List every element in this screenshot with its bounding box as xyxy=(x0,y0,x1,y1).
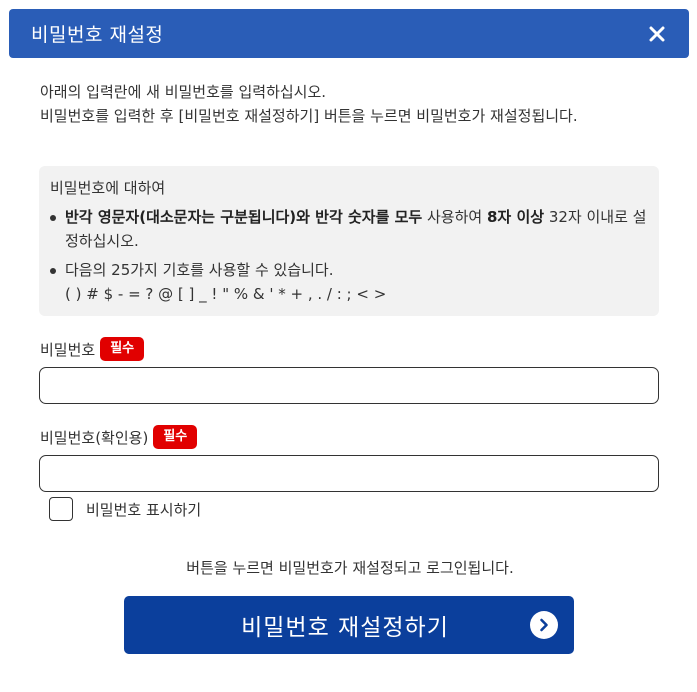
rule-1-bold-b: 8자 이상 xyxy=(486,208,545,226)
reset-password-button-label: 비밀번호 재설정하기 xyxy=(241,615,449,641)
show-password-checkbox[interactable] xyxy=(49,497,73,521)
submit-note: 버튼을 누르면 비밀번호가 재설정되고 로그인됩니다. xyxy=(186,559,514,577)
password-confirm-required-badge: 필수 xyxy=(153,425,198,449)
password-label: 비밀번호 xyxy=(40,340,96,359)
reset-password-button[interactable]: 비밀번호 재설정하기 xyxy=(124,596,574,654)
show-password-label: 비밀번호 표시하기 xyxy=(86,500,202,519)
password-rules-box: 비밀번호에 대하여 반각 영문자(대소문자는 구분됩니다)와 반각 숫자를 모두… xyxy=(39,166,659,316)
password-rule-2: 다음의 25가지 기호를 사용할 수 있습니다. ( ) # $ - = ? @… xyxy=(50,258,647,306)
intro-line-2: 비밀번호를 입력한 후 [비밀번호 재설정하기] 버튼을 누르면 비밀번호가 재… xyxy=(40,107,578,125)
intro-line-1: 아래의 입력란에 새 비밀번호를 입력하십시오. xyxy=(40,83,327,101)
password-label-row: 비밀번호 필수 xyxy=(40,337,145,361)
rule-2-text: 다음의 25가지 기호를 사용할 수 있습니다. xyxy=(65,261,334,279)
dialog-header: 비밀번호 재설정 xyxy=(9,9,689,58)
rule-1-text-a: 사용하여 xyxy=(422,208,487,226)
show-password-toggle[interactable]: 비밀번호 표시하기 xyxy=(49,497,201,521)
dialog-title: 비밀번호 재설정 xyxy=(31,24,164,46)
close-button[interactable] xyxy=(645,22,669,46)
rule-2-symbols: ( ) # $ - = ? @ [ ] _ ! " % & ' * + , . … xyxy=(65,285,387,303)
rule-1-bold-a: 반각 영문자(대소문자는 구분됩니다)와 반각 숫자를 모두 xyxy=(65,208,423,226)
intro-text: 아래의 입력란에 새 비밀번호를 입력하십시오. 비밀번호를 입력한 후 [비밀… xyxy=(40,80,656,128)
chevron-right-circle-icon xyxy=(530,611,558,639)
close-icon xyxy=(649,26,665,41)
password-rules-list: 반각 영문자(대소문자는 구분됩니다)와 반각 숫자를 모두 사용하여 8자 이… xyxy=(50,205,647,306)
password-required-badge: 필수 xyxy=(100,337,145,361)
password-input[interactable] xyxy=(39,367,659,404)
password-confirm-input[interactable] xyxy=(39,455,659,492)
password-confirm-label: 비밀번호(확인용) xyxy=(40,428,149,447)
password-rules-title: 비밀번호에 대하여 xyxy=(50,179,166,197)
password-rule-1: 반각 영문자(대소문자는 구분됩니다)와 반각 숫자를 모두 사용하여 8자 이… xyxy=(50,205,647,253)
password-confirm-label-row: 비밀번호(확인용) 필수 xyxy=(40,425,198,449)
